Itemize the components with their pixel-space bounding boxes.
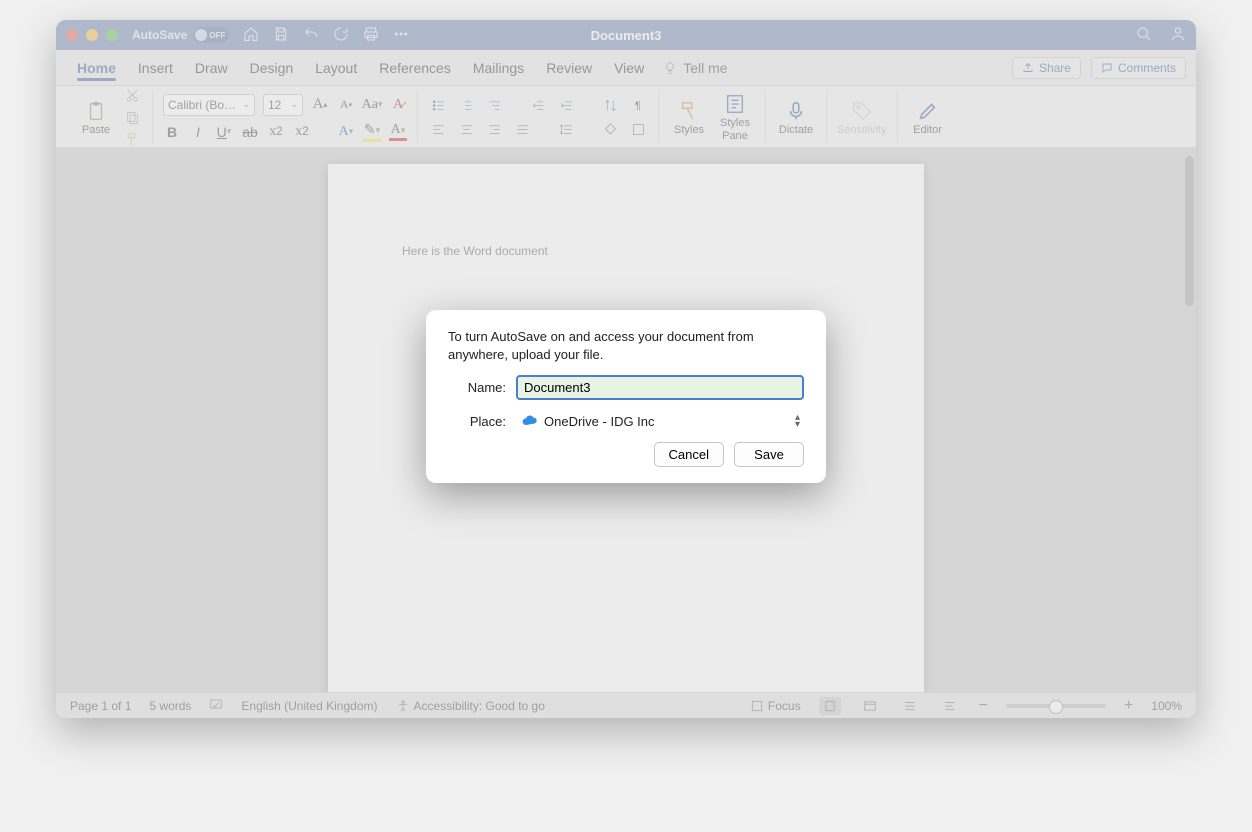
chevron-updown-icon: ▴▾ [795,414,800,428]
cancel-button[interactable]: Cancel [654,442,724,467]
autosave-dialog: To turn AutoSave on and access your docu… [426,310,826,483]
save-button[interactable]: Save [734,442,804,467]
word-window: AutoSave OFF Document3 Home Insert Draw … [56,20,1196,718]
place-select[interactable]: OneDrive - IDG Inc ▴▾ [516,410,804,432]
place-label: Place: [448,414,506,429]
name-label: Name: [448,380,506,395]
filename-input[interactable] [516,375,804,400]
dialog-message: To turn AutoSave on and access your docu… [448,328,804,363]
onedrive-icon [522,413,538,429]
